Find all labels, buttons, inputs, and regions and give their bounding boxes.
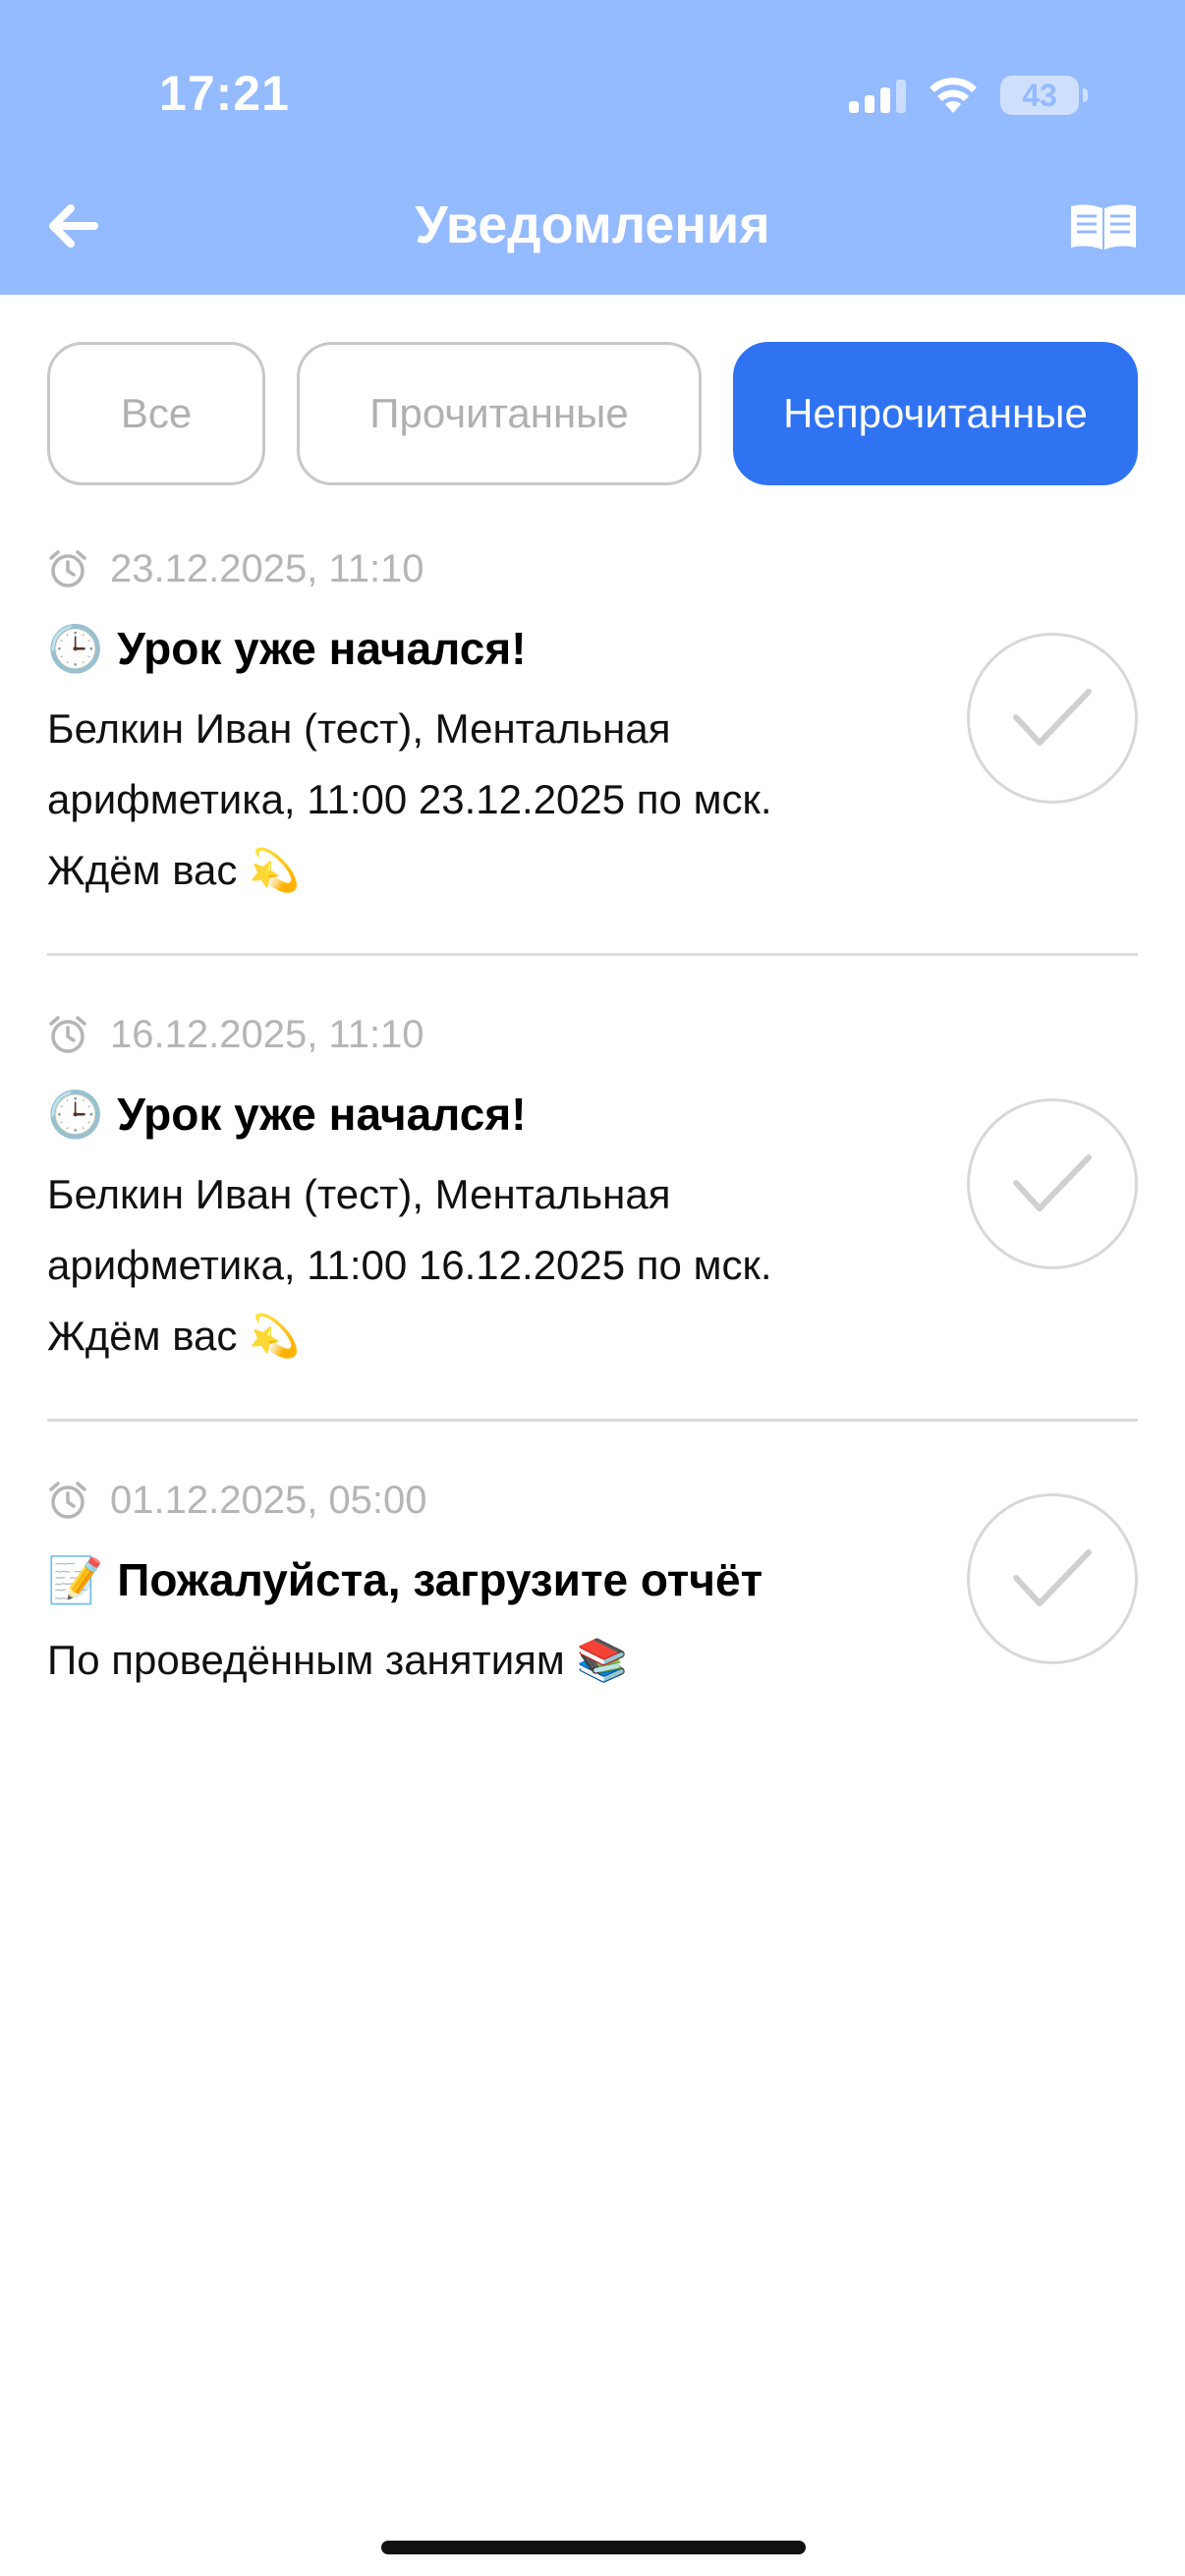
cellular-signal-icon <box>849 78 906 113</box>
notification-body-line: Ждём вас 💫 <box>47 1313 301 1359</box>
notification-timestamp: 01.12.2025, 05:00 <box>110 1478 427 1522</box>
notification-body-line: Белкин Иван (тест), Ментальная <box>47 705 671 752</box>
notification-title-row: 🕒 Урок уже начался! <box>47 1087 1138 1142</box>
clock-emoji-icon: 🕒 <box>47 622 104 674</box>
checkmark-icon <box>1013 689 1092 746</box>
checkmark-icon <box>1013 1549 1092 1606</box>
notification-timestamp-row: 01.12.2025, 05:00 <box>47 1476 1138 1525</box>
mark-read-button[interactable] <box>967 1098 1138 1269</box>
notification-timestamp-row: 16.12.2025, 11:10 <box>47 1010 1138 1059</box>
notification-body: Белкин Иван (тест), Ментальная арифметик… <box>47 694 931 906</box>
notification-body-line: Ждём вас 💫 <box>47 847 301 893</box>
status-time: 17:21 <box>159 66 290 121</box>
filter-all-button[interactable]: Все <box>47 342 265 485</box>
mark-read-button[interactable] <box>967 1493 1138 1664</box>
notification-body-line: По проведённым занятиям 📚 <box>47 1637 628 1683</box>
filter-unread-button[interactable]: Непрочитанные <box>733 342 1138 485</box>
mark-read-button[interactable] <box>967 633 1138 804</box>
notification-title: Пожалуйста, загрузите отчёт <box>117 1554 763 1605</box>
app-header: 17:21 43 Уведомления <box>0 0 1185 295</box>
notification-title-row: 🕒 Урок уже начался! <box>47 621 1138 676</box>
notification-timestamp: 23.12.2025, 11:10 <box>110 546 424 590</box>
notification-body: По проведённым занятиям 📚 <box>47 1625 931 1696</box>
notification-timestamp: 16.12.2025, 11:10 <box>110 1012 424 1056</box>
divider <box>47 1419 1138 1422</box>
clock-emoji-icon: 🕒 <box>47 1088 104 1140</box>
alarm-clock-icon <box>49 1482 86 1519</box>
status-icons: 43 <box>849 71 1088 120</box>
divider <box>47 953 1138 956</box>
battery-icon: 43 <box>1000 76 1088 115</box>
notification-body: Белкин Иван (тест), Ментальная арифметик… <box>47 1159 931 1372</box>
alarm-clock-icon <box>49 550 86 588</box>
open-book-icon[interactable] <box>1069 200 1138 255</box>
notification-title: Урок уже начался! <box>117 623 527 674</box>
alarm-clock-icon <box>49 1016 86 1053</box>
notification-body-line: арифметика, 11:00 16.12.2025 по мск. <box>47 1242 772 1288</box>
page-title: Уведомления <box>415 196 770 254</box>
notification-item: 23.12.2025, 11:10 🕒 Урок уже начался! Бе… <box>47 544 1138 906</box>
notification-body-line: арифметика, 11:00 23.12.2025 по мск. <box>47 776 772 822</box>
wifi-icon <box>930 78 977 113</box>
notification-title: Урок уже начался! <box>117 1089 527 1140</box>
notification-item: 01.12.2025, 05:00 📝 Пожалуйста, загрузит… <box>47 1476 1138 1696</box>
memo-emoji-icon: 📝 <box>47 1553 104 1605</box>
checkmark-icon <box>1013 1154 1092 1211</box>
notification-item: 16.12.2025, 11:10 🕒 Урок уже начался! Бе… <box>47 1010 1138 1372</box>
home-indicator[interactable] <box>381 2541 806 2554</box>
filter-read-button[interactable]: Прочитанные <box>297 342 702 485</box>
notification-body-line: Белкин Иван (тест), Ментальная <box>47 1171 671 1217</box>
notification-timestamp-row: 23.12.2025, 11:10 <box>47 544 1138 593</box>
